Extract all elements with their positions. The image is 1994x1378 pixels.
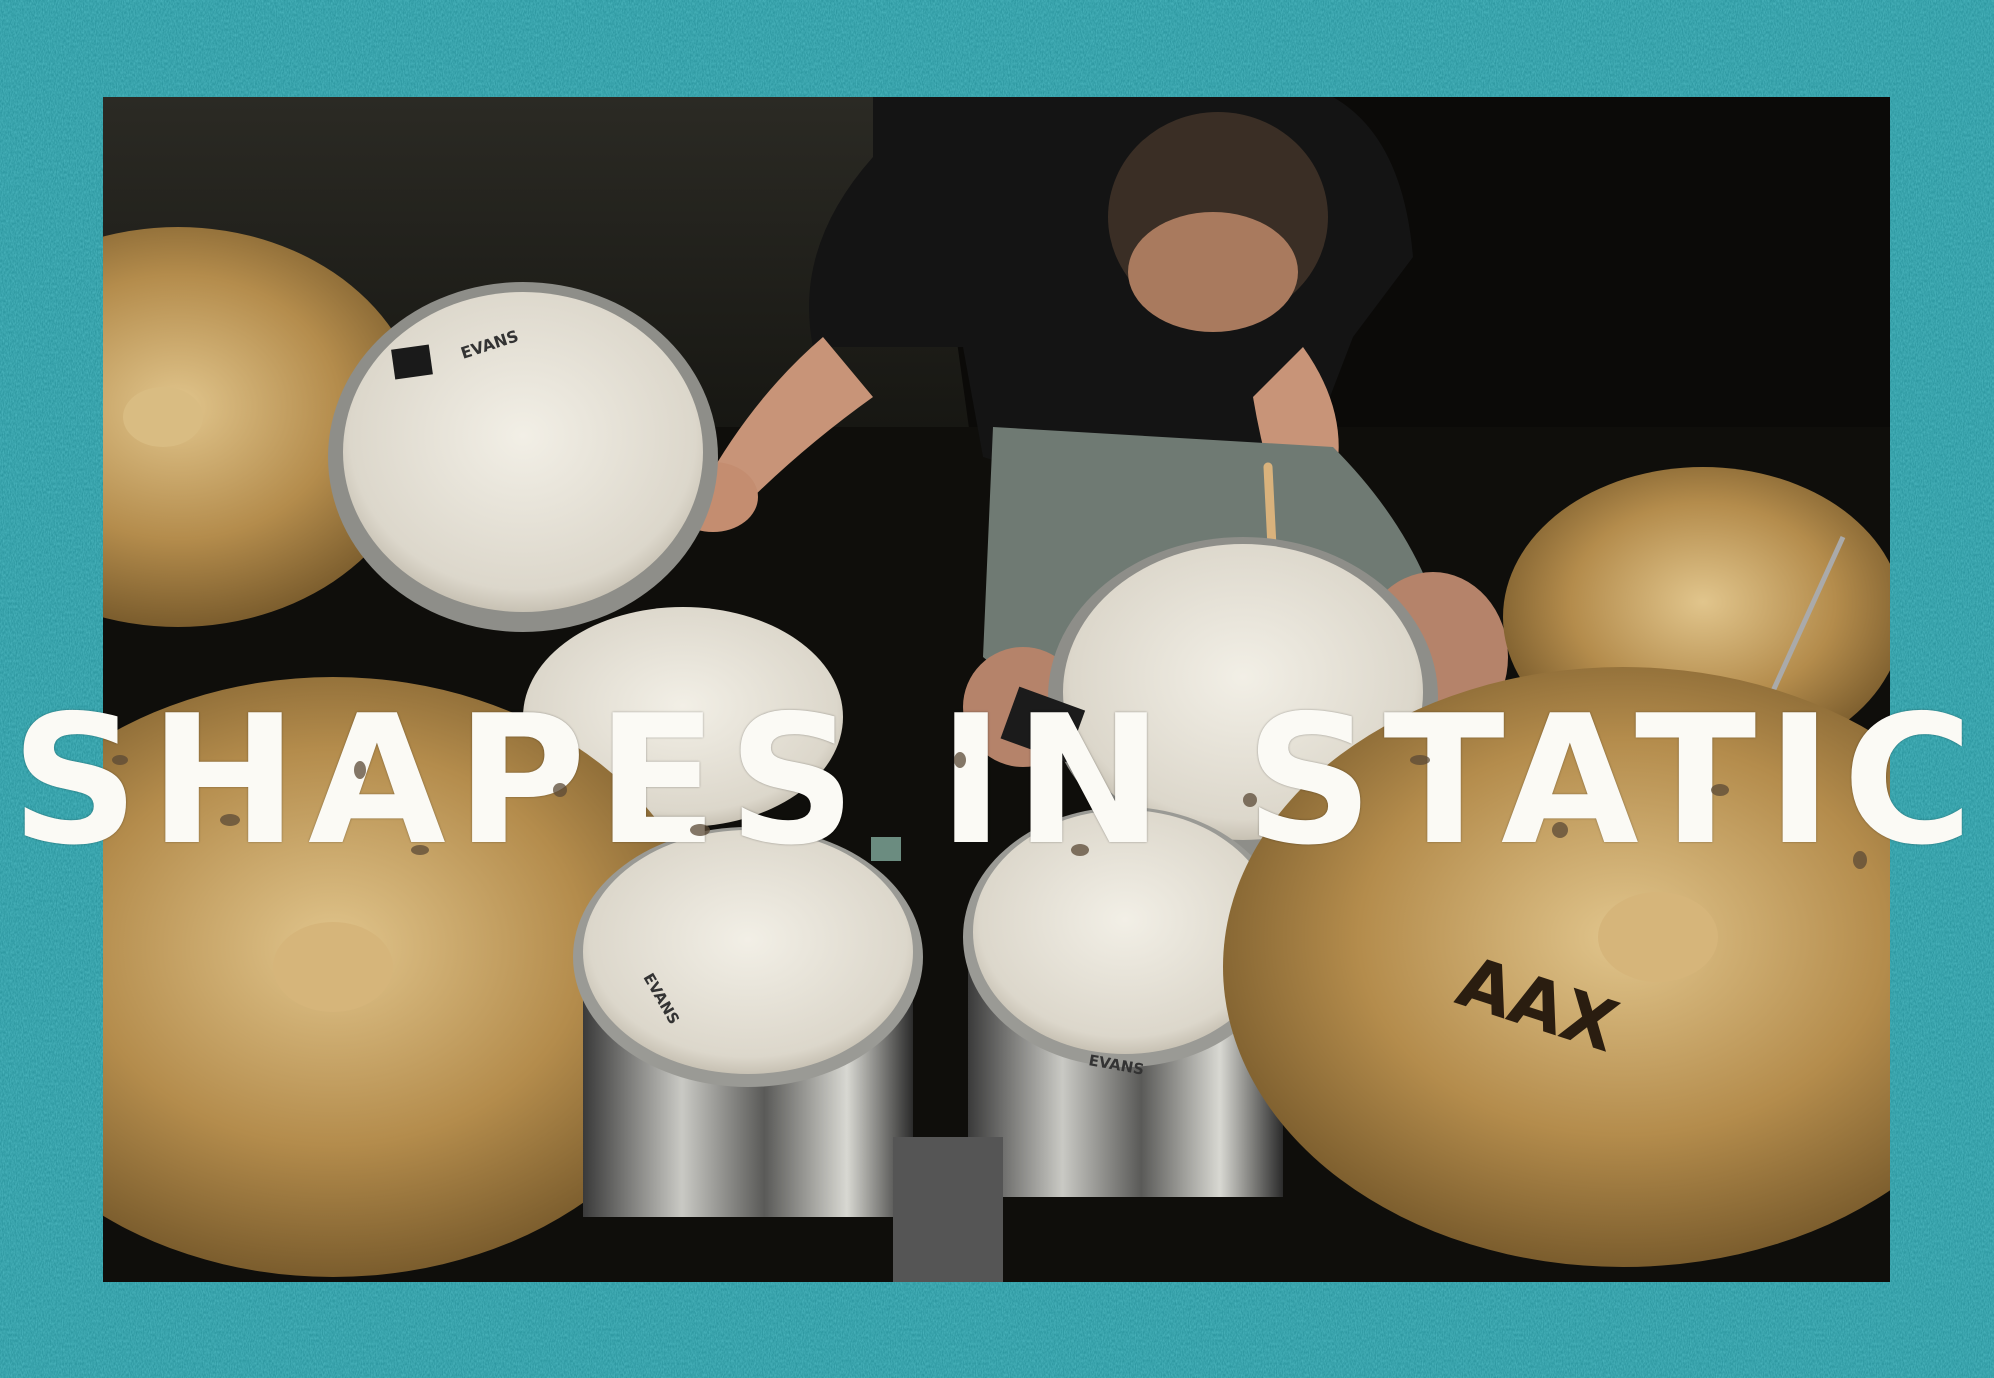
drum-hardware	[893, 1137, 1003, 1282]
tom-rack-left-head	[343, 292, 703, 612]
band-title: SHAPES IN STATIC	[10, 677, 1984, 884]
